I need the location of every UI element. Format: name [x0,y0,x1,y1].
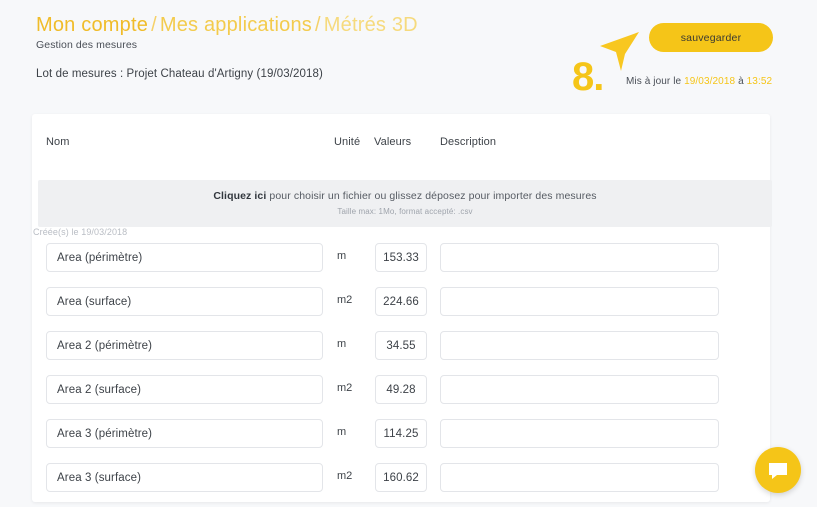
column-header-unite: Unité [334,136,361,148]
table-row: m2 [0,375,817,419]
table-header-row: Nom Unité Valeurs Description [32,114,770,174]
updated-middle: à [738,76,744,87]
table-row: m2 [0,287,817,331]
dropzone-click-link[interactable]: Cliquez ici [213,190,266,202]
measure-value-input[interactable] [375,331,427,360]
dropzone-main-text: Cliquez ici pour choisir un fichier ou g… [38,190,772,202]
table-row: m [0,243,817,287]
measure-value-input[interactable] [375,375,427,404]
measure-unit-label: m [337,250,347,262]
dropzone-hint: Taille max: 1Mo, format accepté: .csv [337,207,473,216]
measure-description-input[interactable] [440,375,719,404]
measure-value-input[interactable] [375,243,427,272]
column-header-nom: Nom [46,136,70,148]
measure-unit-label: m [337,338,347,350]
measure-name-input[interactable] [46,463,323,492]
column-header-description: Description [440,136,497,148]
measure-unit-label: m [337,426,347,438]
measure-name-input[interactable] [46,331,323,360]
table-row: m [0,419,817,463]
measure-name-input[interactable] [46,243,323,272]
table-row: m2 [0,463,817,507]
breadcrumb-item-mon-compte[interactable]: Mon compte [36,14,148,36]
breadcrumb-item-metres-3d[interactable]: Métrés 3D [324,14,418,36]
measure-description-input[interactable] [440,287,719,316]
measure-unit-label: m2 [337,470,353,482]
measure-description-input[interactable] [440,331,719,360]
measure-description-input[interactable] [440,243,719,272]
dropzone-text: pour choisir un fichier ou glissez dépos… [266,190,597,202]
measure-rows: m m2 m m2 m m2 [0,243,817,507]
save-button[interactable]: sauvegarder [649,23,773,52]
measure-value-input[interactable] [375,463,427,492]
updated-prefix: Mis à jour le [626,76,682,87]
measure-value-input[interactable] [375,419,427,448]
measure-name-input[interactable] [46,419,323,448]
breadcrumb-item-mes-applications[interactable]: Mes applications [160,14,312,36]
measure-unit-label: m2 [337,382,353,394]
measure-description-input[interactable] [440,419,719,448]
measure-value-input[interactable] [375,287,427,316]
step-arrow-icon [600,32,639,71]
measure-name-input[interactable] [46,287,323,316]
updated-time: 13:52 [746,76,773,87]
breadcrumb-separator-2: / [315,14,321,36]
measure-unit-label: m2 [337,294,353,306]
updated-date: 19/03/2018 [684,76,736,87]
table-row: m [0,331,817,375]
measure-description-input[interactable] [440,463,719,492]
file-dropzone[interactable]: Cliquez ici pour choisir un fichier ou g… [38,180,772,227]
breadcrumb-separator-1: / [151,14,157,36]
measure-name-input[interactable] [46,375,323,404]
column-header-valeurs: Valeurs [374,136,412,148]
last-updated-label: Mis à jour le 19/03/2018 à 13:52 [626,76,772,87]
chat-widget-button[interactable] [755,447,801,493]
chat-bubble-icon [769,463,787,479]
lot-de-mesures-label: Lot de mesures : Projet Chateau d'Artign… [36,68,323,80]
created-date-label: Créée(s) le 19/03/2018 [33,227,128,237]
